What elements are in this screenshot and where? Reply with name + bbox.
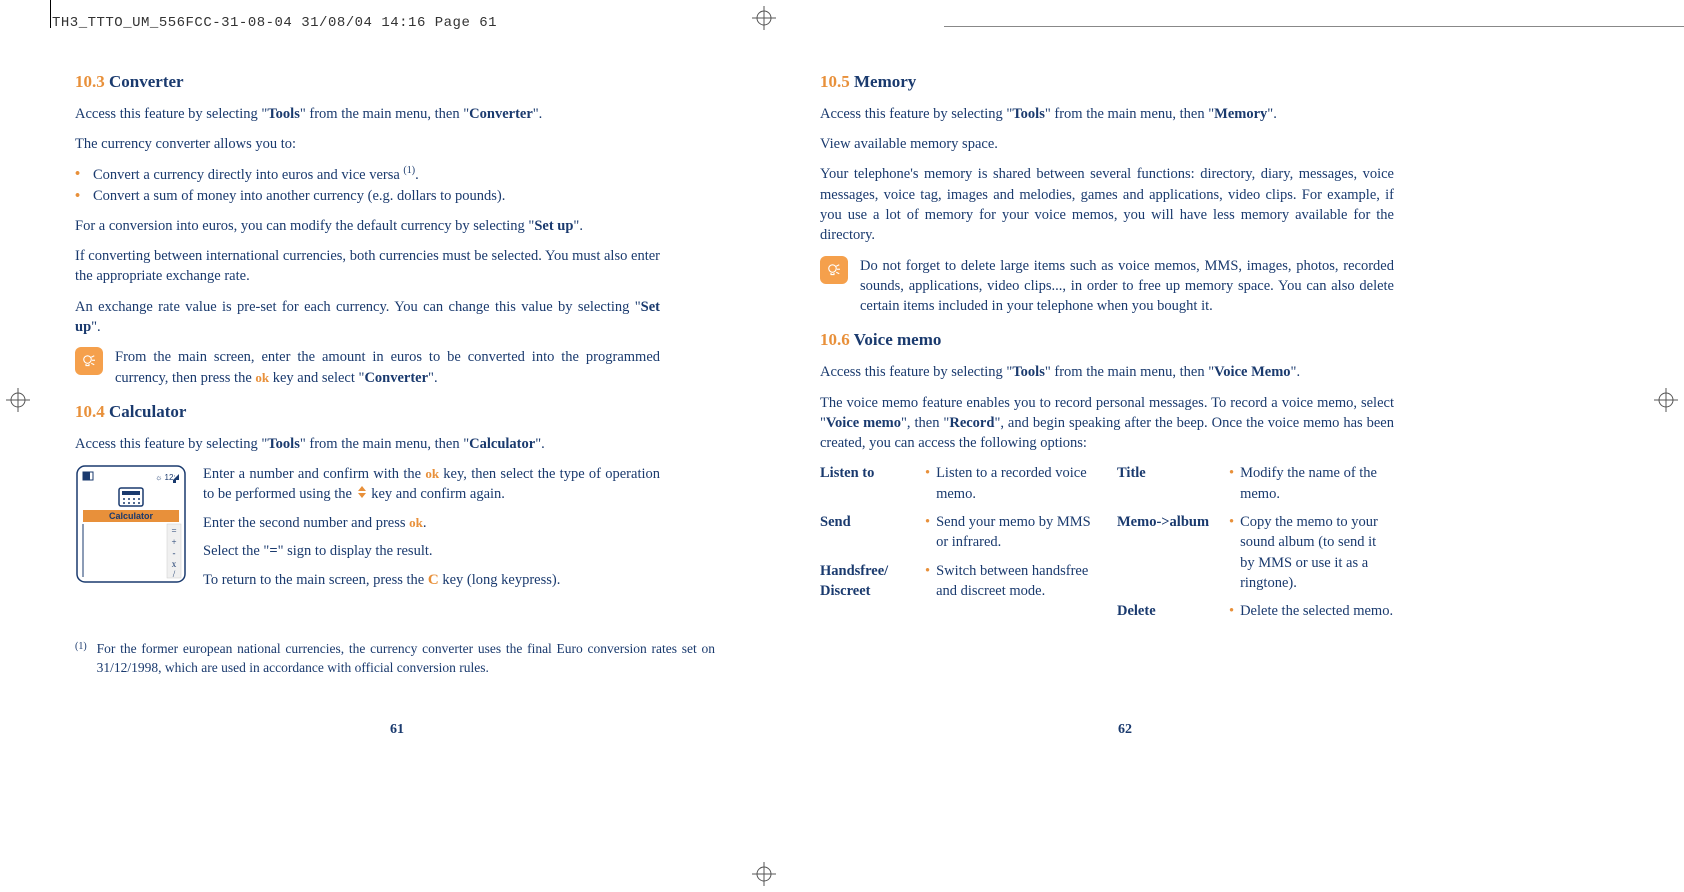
registration-mark-icon xyxy=(752,6,776,30)
bullet-text: Convert a currency directly into euros a… xyxy=(93,164,419,185)
ok-key-icon: ok xyxy=(425,466,439,481)
print-header: TH3_TTTO_UM_556FCC-31-08-04 31/08/04 14:… xyxy=(52,14,497,34)
lightbulb-tip-icon xyxy=(75,347,103,375)
ok-key-icon: ok xyxy=(255,370,269,385)
option-row: Send•Send your memo by MMS or infrared. xyxy=(820,512,1097,553)
body-text: An exchange rate value is pre-set for ea… xyxy=(75,297,660,338)
page-number: 61 xyxy=(390,720,404,740)
option-row: Handsfree/ Discreet•Switch between hands… xyxy=(820,561,1097,602)
tip-text: From the main screen, enter the amount i… xyxy=(115,347,660,388)
access-line: Access this feature by selecting "Tools"… xyxy=(820,104,1394,124)
section-number: 10.6 xyxy=(820,330,850,349)
access-line: Access this feature by selecting "Tools"… xyxy=(75,104,660,124)
c-key-icon: C xyxy=(428,572,439,588)
phone-screen-illustration: ☼ 12: Calculator = + - x / xyxy=(75,464,187,599)
option-term: Listen to xyxy=(820,463,925,504)
tip-box: From the main screen, enter the amount i… xyxy=(75,347,660,388)
body-text: The voice memo feature enables you to re… xyxy=(820,393,1394,454)
registration-mark-icon xyxy=(752,862,776,886)
body-text: Your telephone's memory is shared betwee… xyxy=(820,164,1394,245)
document-spread: 10.3 Converter Access this feature by se… xyxy=(0,0,1684,630)
page-left: 10.3 Converter Access this feature by se… xyxy=(0,60,700,630)
svg-text:Calculator: Calculator xyxy=(109,511,154,521)
tip-text: Do not forget to delete large items such… xyxy=(860,256,1394,317)
section-title: Voice memo xyxy=(854,330,942,349)
section-heading-converter: 10.3 Converter xyxy=(75,70,660,94)
svg-text:-: - xyxy=(173,548,176,558)
footnote-marker: (1) xyxy=(75,640,87,678)
body-text: If converting between international curr… xyxy=(75,246,660,287)
option-definition: •Delete the selected memo. xyxy=(1229,601,1394,621)
ok-key-icon: ok xyxy=(409,515,423,530)
access-line: Access this feature by selecting "Tools"… xyxy=(820,362,1394,382)
option-term: Handsfree/ Discreet xyxy=(820,561,925,602)
svg-text:+: + xyxy=(171,537,176,547)
section-heading-calculator: 10.4 Calculator xyxy=(75,400,660,424)
tip-box: Do not forget to delete large items such… xyxy=(820,256,1394,317)
section-title: Memory xyxy=(854,72,916,91)
option-term: Send xyxy=(820,512,925,553)
registration-mark-icon xyxy=(1654,388,1678,412)
section-heading-voice-memo: 10.6 Voice memo xyxy=(820,328,1394,352)
body-text: For a conversion into euros, you can mod… xyxy=(75,216,660,236)
footnote-text: For the former european national currenc… xyxy=(97,640,715,678)
page-right: 10.5 Memory Access this feature by selec… xyxy=(750,60,1450,630)
option-definition: •Modify the name of the memo. xyxy=(1229,463,1394,504)
section-number: 10.5 xyxy=(820,72,850,91)
lightbulb-tip-icon xyxy=(820,256,848,284)
option-definition: •Listen to a recorded voice memo. xyxy=(925,463,1097,504)
bullet-list: •Convert a currency directly into euros … xyxy=(75,164,660,205)
option-definition: •Send your memo by MMS or infrared. xyxy=(925,512,1097,553)
option-row: Title•Modify the name of the memo. xyxy=(1117,463,1394,504)
option-term: Delete xyxy=(1117,601,1229,621)
section-number: 10.3 xyxy=(75,72,105,91)
option-row: Delete•Delete the selected memo. xyxy=(1117,601,1394,621)
section-heading-memory: 10.5 Memory xyxy=(820,70,1394,94)
crop-mark xyxy=(50,0,51,28)
option-definition: •Copy the memo to your sound album (to s… xyxy=(1229,512,1394,593)
access-line: Access this feature by selecting "Tools"… xyxy=(75,434,660,454)
calculator-instructions: Enter a number and confirm with the ok k… xyxy=(203,464,660,599)
body-text: The currency converter allows you to: xyxy=(75,134,660,154)
footnote: (1) For the former european national cur… xyxy=(75,640,715,678)
options-table: Listen to•Listen to a recorded voice mem… xyxy=(820,463,1394,629)
svg-text:=: = xyxy=(171,526,176,536)
updown-arrow-icon xyxy=(356,485,368,505)
crop-mark xyxy=(944,26,1684,27)
option-definition: •Switch between handsfree and discreet m… xyxy=(925,561,1097,602)
svg-text:☼ 12:: ☼ 12: xyxy=(155,473,176,482)
option-row: Listen to•Listen to a recorded voice mem… xyxy=(820,463,1097,504)
option-term: Memo->album xyxy=(1117,512,1229,593)
svg-text:x: x xyxy=(172,559,177,569)
option-row: Memo->album•Copy the memo to your sound … xyxy=(1117,512,1394,593)
section-title: Converter xyxy=(109,72,184,91)
option-term: Title xyxy=(1117,463,1229,504)
bullet-text: Convert a sum of money into another curr… xyxy=(93,186,505,206)
section-title: Calculator xyxy=(109,402,186,421)
body-text: View available memory space. xyxy=(820,134,1394,154)
page-number: 62 xyxy=(1118,720,1132,740)
section-number: 10.4 xyxy=(75,402,105,421)
